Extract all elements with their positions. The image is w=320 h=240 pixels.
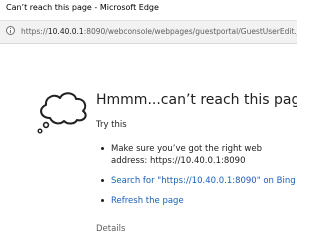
url-prefix: https:// (21, 27, 48, 36)
try-this-label: Try this (96, 120, 127, 130)
suggestion-check-address-text: Make sure you’ve got the right web addre… (111, 144, 262, 166)
suggestion-search-bing[interactable]: Search for "https://10.40.0.1:8090" on B… (101, 175, 296, 187)
url-field[interactable]: https://10.40.0.1:8090/webconsole/webpag… (21, 27, 297, 36)
suggestion-check-address: Make sure you’ve got the right web addre… (101, 143, 291, 167)
cloud-icon (37, 92, 87, 134)
search-bing-link[interactable]: Search for "https://10.40.0.1:8090" on B… (111, 176, 296, 186)
browser-window: Can’t reach this page - Microsoft Edge h… (0, 0, 297, 240)
title-bar[interactable]: Can’t reach this page - Microsoft Edge (0, 0, 297, 17)
url-path: :8090/webconsole/webpages/guestportal/Gu… (83, 27, 297, 36)
info-icon[interactable] (6, 26, 15, 35)
address-bar[interactable]: https://10.40.0.1:8090/webconsole/webpag… (0, 20, 297, 44)
window-title: Can’t reach this page - Microsoft Edge (6, 3, 159, 12)
suggestion-list: Make sure you’ve got the right web addre… (101, 143, 296, 207)
details-button[interactable]: Details (96, 224, 125, 234)
page-title: Hmmm...can’t reach this page (96, 92, 297, 108)
refresh-page-link[interactable]: Refresh the page (111, 196, 184, 206)
suggestion-refresh[interactable]: Refresh the page (101, 195, 291, 207)
url-host: 10.40.0.1 (47, 27, 84, 36)
